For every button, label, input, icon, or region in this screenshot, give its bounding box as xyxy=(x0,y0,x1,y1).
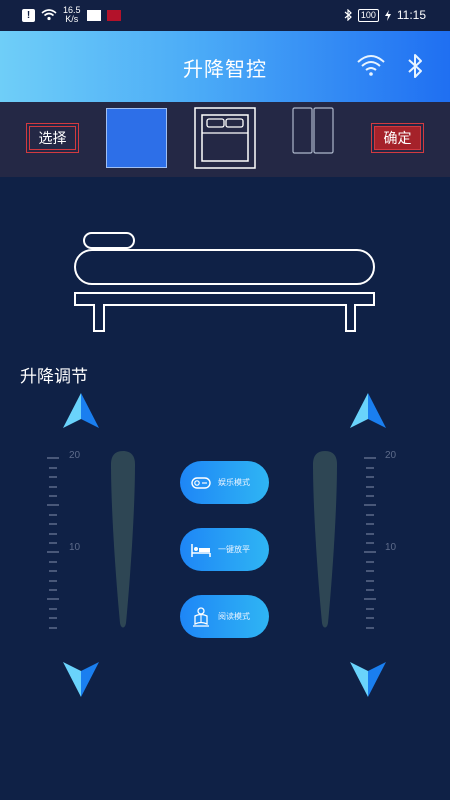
bed-option-solid[interactable] xyxy=(106,108,167,168)
status-left: ! 16.5 K/s xyxy=(22,6,121,24)
alert-icon: ! xyxy=(22,8,35,22)
app-header: 升降智控 xyxy=(0,31,450,102)
right-height-slider[interactable] xyxy=(312,451,338,631)
bed-flat-icon xyxy=(190,539,212,561)
left-raise-arrow-icon[interactable] xyxy=(62,392,100,430)
left-height-scale: 20 10 xyxy=(43,450,80,640)
select-button[interactable]: 选择 xyxy=(26,123,79,153)
net-speed-unit: K/s xyxy=(65,14,79,24)
right-scale-label-mid: 10 xyxy=(385,542,397,553)
notification-app-icon-2 xyxy=(106,9,121,21)
flatten-bed-button[interactable]: 一键放平 xyxy=(180,528,269,571)
clock: 11:15 xyxy=(396,8,426,22)
status-right: 100 11:15 xyxy=(344,8,426,22)
left-scale-ticks xyxy=(47,457,59,629)
wifi-icon[interactable] xyxy=(356,53,386,77)
section-title: 升降调节 xyxy=(20,367,88,387)
network-speed: 16.5 K/s xyxy=(63,6,81,24)
bluetooth-status-icon xyxy=(344,9,352,21)
charging-icon xyxy=(384,9,391,21)
left-lower-arrow-icon[interactable] xyxy=(62,660,100,698)
entertainment-mode-button[interactable]: 娱乐模式 xyxy=(180,461,269,504)
bluetooth-icon[interactable] xyxy=(406,53,424,79)
double-bed-option-icon[interactable] xyxy=(194,107,256,169)
left-scale-label-mid: 10 xyxy=(69,542,81,553)
left-scale-label-top: 20 xyxy=(69,450,81,461)
confirm-button[interactable]: 确定 xyxy=(371,123,424,153)
entertainment-icon xyxy=(190,472,212,494)
right-height-scale: 20 10 xyxy=(360,450,396,640)
bed-illustration xyxy=(74,232,375,332)
right-scale-label-top: 20 xyxy=(385,450,397,461)
notification-app-icon xyxy=(86,9,101,21)
split-bed-option-icon[interactable] xyxy=(292,107,336,155)
battery-indicator: 100 xyxy=(357,8,379,22)
reading-mode-label: 阅读模式 xyxy=(218,612,250,621)
wifi-status-icon xyxy=(41,9,57,21)
right-lower-arrow-icon[interactable] xyxy=(349,660,387,698)
entertainment-mode-label: 娱乐模式 xyxy=(218,478,250,487)
reading-icon xyxy=(190,606,212,628)
right-scale-ticks xyxy=(364,457,376,629)
left-height-slider[interactable] xyxy=(110,451,136,631)
right-raise-arrow-icon[interactable] xyxy=(349,392,387,430)
status-bar: ! 16.5 K/s 100 11:15 xyxy=(0,0,450,31)
reading-mode-button[interactable]: 阅读模式 xyxy=(180,595,269,638)
flatten-bed-label: 一键放平 xyxy=(218,545,250,554)
